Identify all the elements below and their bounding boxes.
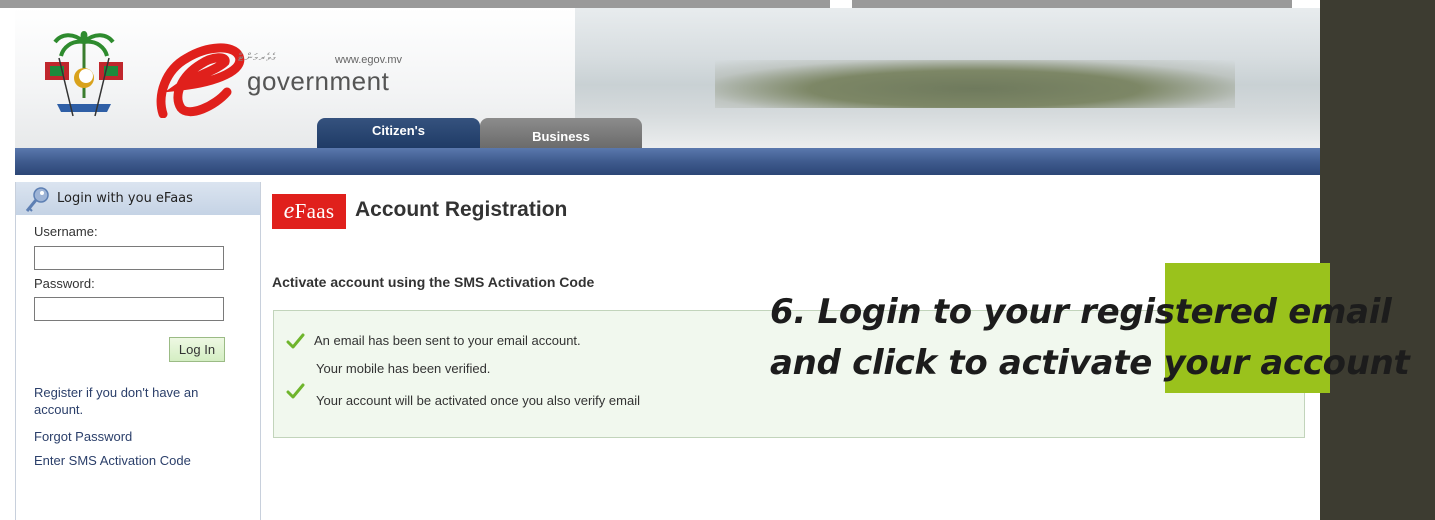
- register-link[interactable]: Register if you don't have an account.: [34, 384, 249, 418]
- login-panel-header: Login with you eFaas: [16, 182, 260, 215]
- tab-citizens[interactable]: Citizen's: [317, 118, 480, 148]
- tab-business[interactable]: Business: [480, 118, 642, 148]
- login-sidebar: Login with you eFaas Username: Password:…: [15, 182, 261, 520]
- dhivehi-title: ގެވެރމަންޓް: [238, 51, 277, 64]
- mobile-verified-message: Your mobile has been verified.: [316, 361, 491, 376]
- top-strip: [0, 0, 830, 8]
- username-label: Username:: [34, 224, 98, 239]
- efaas-logo-e: e: [283, 198, 295, 224]
- check-icon: [286, 383, 305, 399]
- login-button[interactable]: Log In: [169, 337, 225, 362]
- section-subtitle: Activate account using the SMS Activatio…: [272, 274, 595, 290]
- password-label: Password:: [34, 276, 95, 291]
- page-title: Account Registration: [355, 198, 568, 221]
- island-banner-image: [575, 8, 1320, 148]
- password-input[interactable]: [34, 297, 224, 321]
- activation-pending-message: Your account will be activated once you …: [316, 393, 640, 408]
- email-sent-message: An email has been sent to your email acc…: [314, 333, 581, 348]
- username-input[interactable]: [34, 246, 224, 270]
- instruction-callout-line1: 6. Login to your registered email: [770, 292, 1392, 332]
- website-url: www.egov.mv: [335, 54, 403, 66]
- efaas-logo-text: Faas: [294, 199, 335, 223]
- sms-activation-link[interactable]: Enter SMS Activation Code: [34, 452, 191, 469]
- top-strip: [852, 0, 1292, 8]
- login-panel-title: Login with you eFaas: [57, 191, 193, 206]
- navigation-bar: [15, 148, 1320, 175]
- government-wordmark: government: [247, 66, 390, 96]
- browser-page: ގެވެރމަންޓް www.egov.mv government Citiz…: [0, 0, 1320, 520]
- efaas-logo: eFaas: [272, 194, 346, 229]
- maldives-emblem-icon: [45, 31, 123, 117]
- check-icon: [286, 333, 305, 349]
- key-icon: [25, 187, 49, 212]
- forgot-password-link[interactable]: Forgot Password: [34, 428, 132, 445]
- island-shape: [715, 60, 1235, 108]
- site-header: ގެވެރމަންޓް www.egov.mv government Citiz…: [15, 8, 1320, 148]
- instruction-callout-line2: and click to activate your account: [770, 343, 1410, 383]
- egov-e-logo-icon: [156, 43, 245, 118]
